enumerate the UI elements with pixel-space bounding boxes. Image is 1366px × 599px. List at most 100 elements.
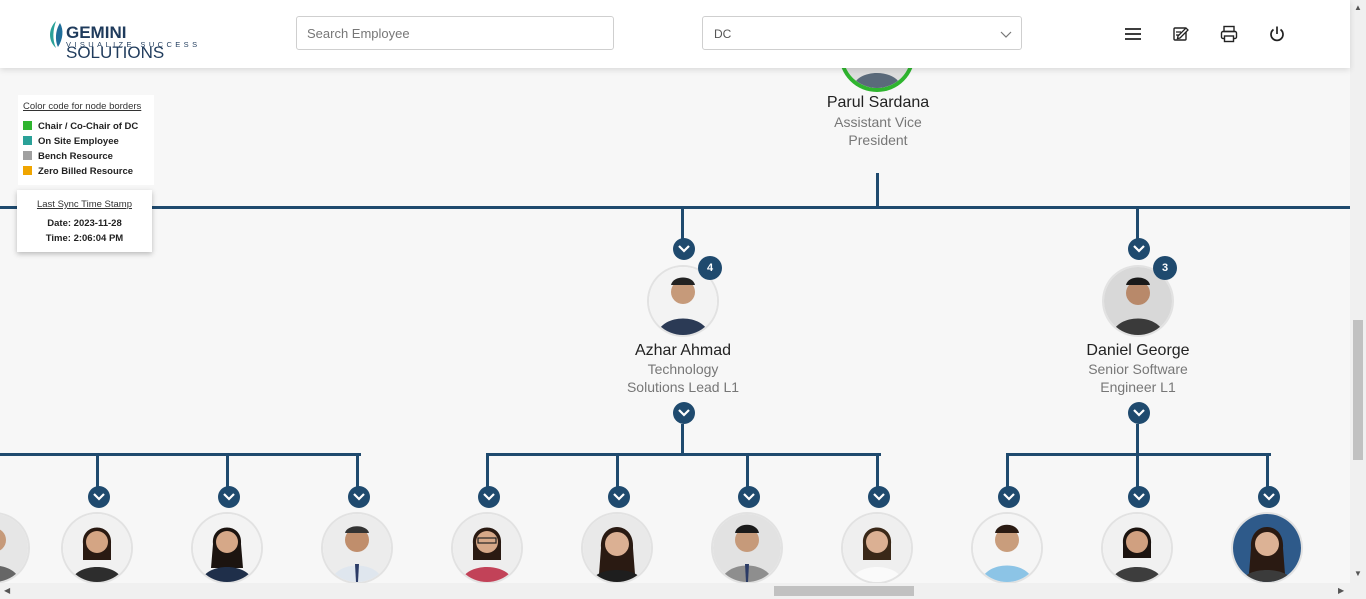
expand-chevron-icon[interactable] xyxy=(608,486,630,508)
connector-line xyxy=(681,206,684,242)
manager-role-line1: Technology xyxy=(647,361,719,377)
employee-avatar[interactable] xyxy=(843,514,911,582)
person-photo-icon xyxy=(583,514,651,582)
manager-name[interactable]: Daniel George xyxy=(1038,342,1238,360)
expand-chevron-icon[interactable] xyxy=(88,486,110,508)
employee-avatar[interactable] xyxy=(713,514,781,582)
expand-chevron-icon[interactable] xyxy=(1128,238,1150,260)
legend-label: Chair / Co-Chair of DC xyxy=(38,121,139,132)
expand-chevron-icon[interactable] xyxy=(478,486,500,508)
person-photo-icon xyxy=(713,514,781,582)
print-icon[interactable] xyxy=(1219,24,1239,44)
connector-line xyxy=(96,453,99,487)
connector-line xyxy=(0,453,361,456)
employee-avatar[interactable] xyxy=(1233,514,1301,582)
employee-avatar[interactable] xyxy=(1103,514,1171,582)
legend-swatch xyxy=(23,166,32,175)
manager-role-line2: Solutions Lead L1 xyxy=(626,379,740,395)
scroll-up-arrow-icon[interactable]: ▲ xyxy=(1354,3,1362,12)
legend-label: On Site Employee xyxy=(38,136,119,147)
sync-title: Last Sync Time Stamp xyxy=(36,199,133,210)
horizontal-scrollbar[interactable]: ◀ ▶ xyxy=(0,583,1350,599)
reports-count-badge: 3 xyxy=(1153,256,1177,280)
department-select-value: DC xyxy=(714,27,732,41)
last-sync-card: Last Sync Time Stamp Date: 2023-11-28 Ti… xyxy=(17,190,152,252)
employee-avatar[interactable] xyxy=(583,514,651,582)
employee-avatar[interactable] xyxy=(323,514,391,582)
connector-line xyxy=(876,173,879,208)
expand-chevron-icon[interactable] xyxy=(738,486,760,508)
legend-label: Zero Billed Resource xyxy=(38,166,134,177)
expand-chevron-icon[interactable] xyxy=(998,486,1020,508)
expand-chevron-icon[interactable] xyxy=(1258,486,1280,508)
company-logo[interactable]: GEMINI SOLUTIONS VISUALIZE SUCCESS xyxy=(46,17,216,62)
connector-line xyxy=(746,453,749,487)
vertical-scroll-thumb[interactable] xyxy=(1353,320,1363,460)
employee-avatar[interactable] xyxy=(0,514,28,582)
person-photo-icon xyxy=(193,514,261,582)
border-color-legend: Color code for node borders Chair / Co-C… xyxy=(18,95,154,185)
employee-avatar[interactable] xyxy=(193,514,261,582)
person-photo-icon xyxy=(0,514,28,582)
legend-swatch xyxy=(23,151,32,160)
scroll-down-arrow-icon[interactable]: ▼ xyxy=(1354,569,1362,578)
power-icon[interactable] xyxy=(1267,24,1287,44)
employee-avatar[interactable] xyxy=(453,514,521,582)
connector-line xyxy=(1006,453,1009,487)
sync-date: Date: 2023-11-28 xyxy=(47,218,122,229)
collapse-chevron-icon[interactable] xyxy=(673,402,695,424)
edit-icon[interactable] xyxy=(1171,24,1191,44)
connector-line xyxy=(0,206,1350,209)
manager-role-line2: Engineer L1 xyxy=(1100,379,1176,395)
manager-role-line1: Senior Software xyxy=(1088,361,1188,377)
top-person-name[interactable]: Parul Sardana xyxy=(778,94,978,112)
collapse-chevron-icon[interactable] xyxy=(1128,402,1150,424)
person-photo-icon xyxy=(323,514,391,582)
person-photo-icon xyxy=(63,514,131,582)
person-photo-icon xyxy=(453,514,521,582)
vertical-scrollbar[interactable]: ▲ ▼ xyxy=(1350,0,1366,599)
connector-line xyxy=(486,453,489,487)
leaf-logo-icon xyxy=(50,21,63,48)
connector-line xyxy=(1136,206,1139,242)
connector-line xyxy=(356,453,359,487)
legend-item-bench: Bench Resource xyxy=(23,151,113,163)
menu-icon[interactable] xyxy=(1123,24,1143,44)
employee-avatar[interactable] xyxy=(973,514,1041,582)
person-photo-icon xyxy=(843,514,911,582)
legend-item-onsite: On Site Employee xyxy=(23,136,119,148)
connector-line xyxy=(1136,453,1139,487)
person-photo-icon xyxy=(1233,514,1301,582)
expand-chevron-icon[interactable] xyxy=(868,486,890,508)
search-employee-input[interactable] xyxy=(296,16,614,50)
manager-name[interactable]: Azhar Ahmad xyxy=(583,342,783,360)
connector-line xyxy=(226,453,229,487)
logo-tagline: VISUALIZE SUCCESS xyxy=(66,40,201,49)
legend-swatch xyxy=(23,136,32,145)
legend-swatch xyxy=(23,121,32,130)
reports-count-badge: 4 xyxy=(698,256,722,280)
horizontal-scroll-thumb[interactable] xyxy=(774,586,914,596)
top-person-role-line1: Assistant Vice xyxy=(834,114,922,130)
connector-line xyxy=(876,453,879,487)
top-person-role-line2: President xyxy=(848,132,908,148)
expand-chevron-icon[interactable] xyxy=(673,238,695,260)
scroll-left-arrow-icon[interactable]: ◀ xyxy=(4,586,10,595)
sync-time: Time: 2:06:04 PM xyxy=(45,233,124,244)
legend-item-zero-billed: Zero Billed Resource xyxy=(23,166,133,178)
expand-chevron-icon[interactable] xyxy=(1128,486,1150,508)
employee-avatar[interactable] xyxy=(63,514,131,582)
connector-line xyxy=(1266,453,1269,487)
top-header: GEMINI SOLUTIONS VISUALIZE SUCCESS DC xyxy=(0,0,1350,68)
connector-line xyxy=(681,424,684,456)
expand-chevron-icon[interactable] xyxy=(218,486,240,508)
legend-label: Bench Resource xyxy=(38,151,113,162)
legend-title: Color code for node borders xyxy=(23,101,142,112)
connector-line xyxy=(616,453,619,487)
department-select[interactable]: DC xyxy=(702,16,1022,50)
expand-chevron-icon[interactable] xyxy=(348,486,370,508)
chevron-down-icon xyxy=(1000,31,1012,38)
legend-item-chair: Chair / Co-Chair of DC xyxy=(23,121,138,133)
scroll-right-arrow-icon[interactable]: ▶ xyxy=(1338,586,1344,595)
connector-line xyxy=(486,453,881,456)
